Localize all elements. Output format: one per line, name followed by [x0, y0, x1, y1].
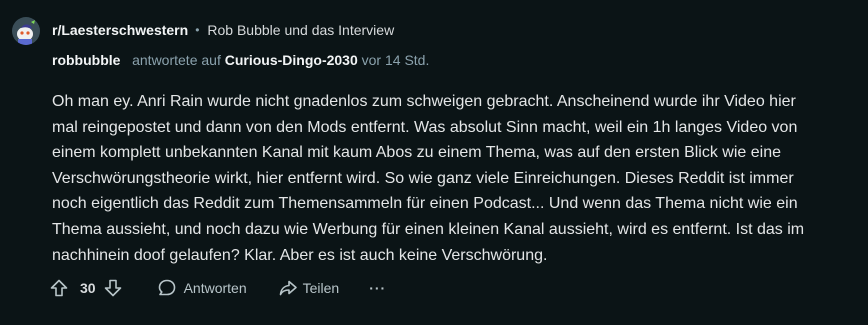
share-label: Teilen: [302, 280, 340, 296]
comment-text: Oh man ey. Anri Rain wurde nicht gnadenl…: [52, 93, 805, 264]
username-link[interactable]: robbubble: [52, 52, 120, 68]
comment-actions: 30 Antworten Teilen ···: [48, 276, 386, 300]
comment-body: Oh man ey. Anri Rain wurde nicht gnadenl…: [52, 89, 812, 268]
upvote-arrow-icon: [48, 277, 70, 299]
snoo-avatar-icon: [12, 17, 40, 45]
comment-card: r/Laesterschwestern • Rob Bubble und das…: [0, 0, 868, 325]
separator-dot: •: [195, 23, 200, 37]
upvote-button[interactable]: [48, 277, 70, 299]
subreddit-link[interactable]: r/Laesterschwestern: [52, 21, 188, 39]
replied-label: antwortete auf: [132, 52, 221, 68]
replied-text: antwortete auf: [124, 52, 224, 68]
share-button[interactable]: Teilen: [277, 277, 340, 299]
downvote-button[interactable]: [102, 277, 124, 299]
more-options-button[interactable]: ···: [369, 280, 386, 296]
ellipsis-icon: ···: [369, 280, 387, 296]
reply-label: Antworten: [183, 280, 247, 296]
post-title-link[interactable]: Rob Bubble und das Interview: [207, 21, 394, 39]
user-avatar[interactable]: [12, 17, 40, 45]
share-arrow-icon: [277, 277, 299, 299]
comment-author-line: robbubble antwortete auf Curious-Dingo-2…: [52, 51, 429, 69]
speech-bubble-icon: [156, 277, 178, 299]
replied-to-user-link[interactable]: Curious-Dingo-2030: [225, 52, 358, 68]
downvote-arrow-icon: [102, 277, 124, 299]
timestamp: vor 14 Std.: [361, 52, 430, 68]
comment-context-line: r/Laesterschwestern • Rob Bubble und das…: [52, 21, 394, 39]
reply-button[interactable]: Antworten: [156, 277, 247, 299]
vote-count: 30: [80, 280, 96, 296]
